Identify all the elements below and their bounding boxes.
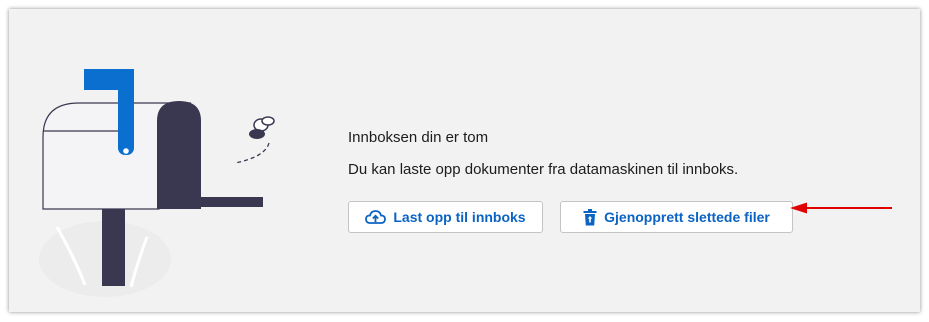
upload-to-inbox-button[interactable]: Last opp til innboks [348, 201, 543, 233]
cloud-upload-icon [365, 209, 387, 225]
trash-restore-icon [583, 208, 597, 226]
restore-deleted-files-button[interactable]: Gjenopprett slettede filer [560, 201, 793, 233]
empty-inbox-description: Du kan laste opp dokumenter fra datamask… [348, 161, 739, 178]
empty-mailbox-illustration [39, 69, 275, 297]
empty-inbox-panel: Innboksen din er tom Du kan laste opp do… [9, 9, 920, 312]
restore-button-label: Gjenopprett slettede filer [604, 209, 770, 225]
empty-inbox-title: Innboksen din er tom [348, 129, 489, 146]
upload-button-label: Last opp til innboks [393, 209, 526, 225]
annotation-arrow [790, 202, 892, 214]
